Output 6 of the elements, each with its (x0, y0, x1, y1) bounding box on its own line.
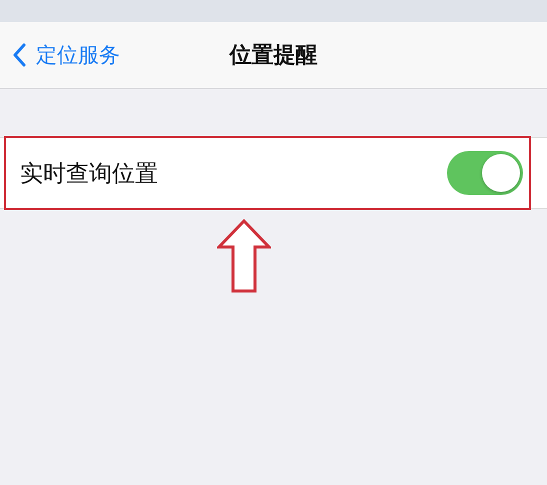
back-chevron-icon (12, 43, 26, 67)
screen-title: 位置提醒 (230, 42, 318, 70)
toggle-switch[interactable] (447, 151, 523, 195)
setting-label: 实时查询位置 (20, 160, 158, 188)
up-arrow-icon (217, 219, 271, 293)
back-button[interactable]: 定位服务 (0, 41, 120, 69)
